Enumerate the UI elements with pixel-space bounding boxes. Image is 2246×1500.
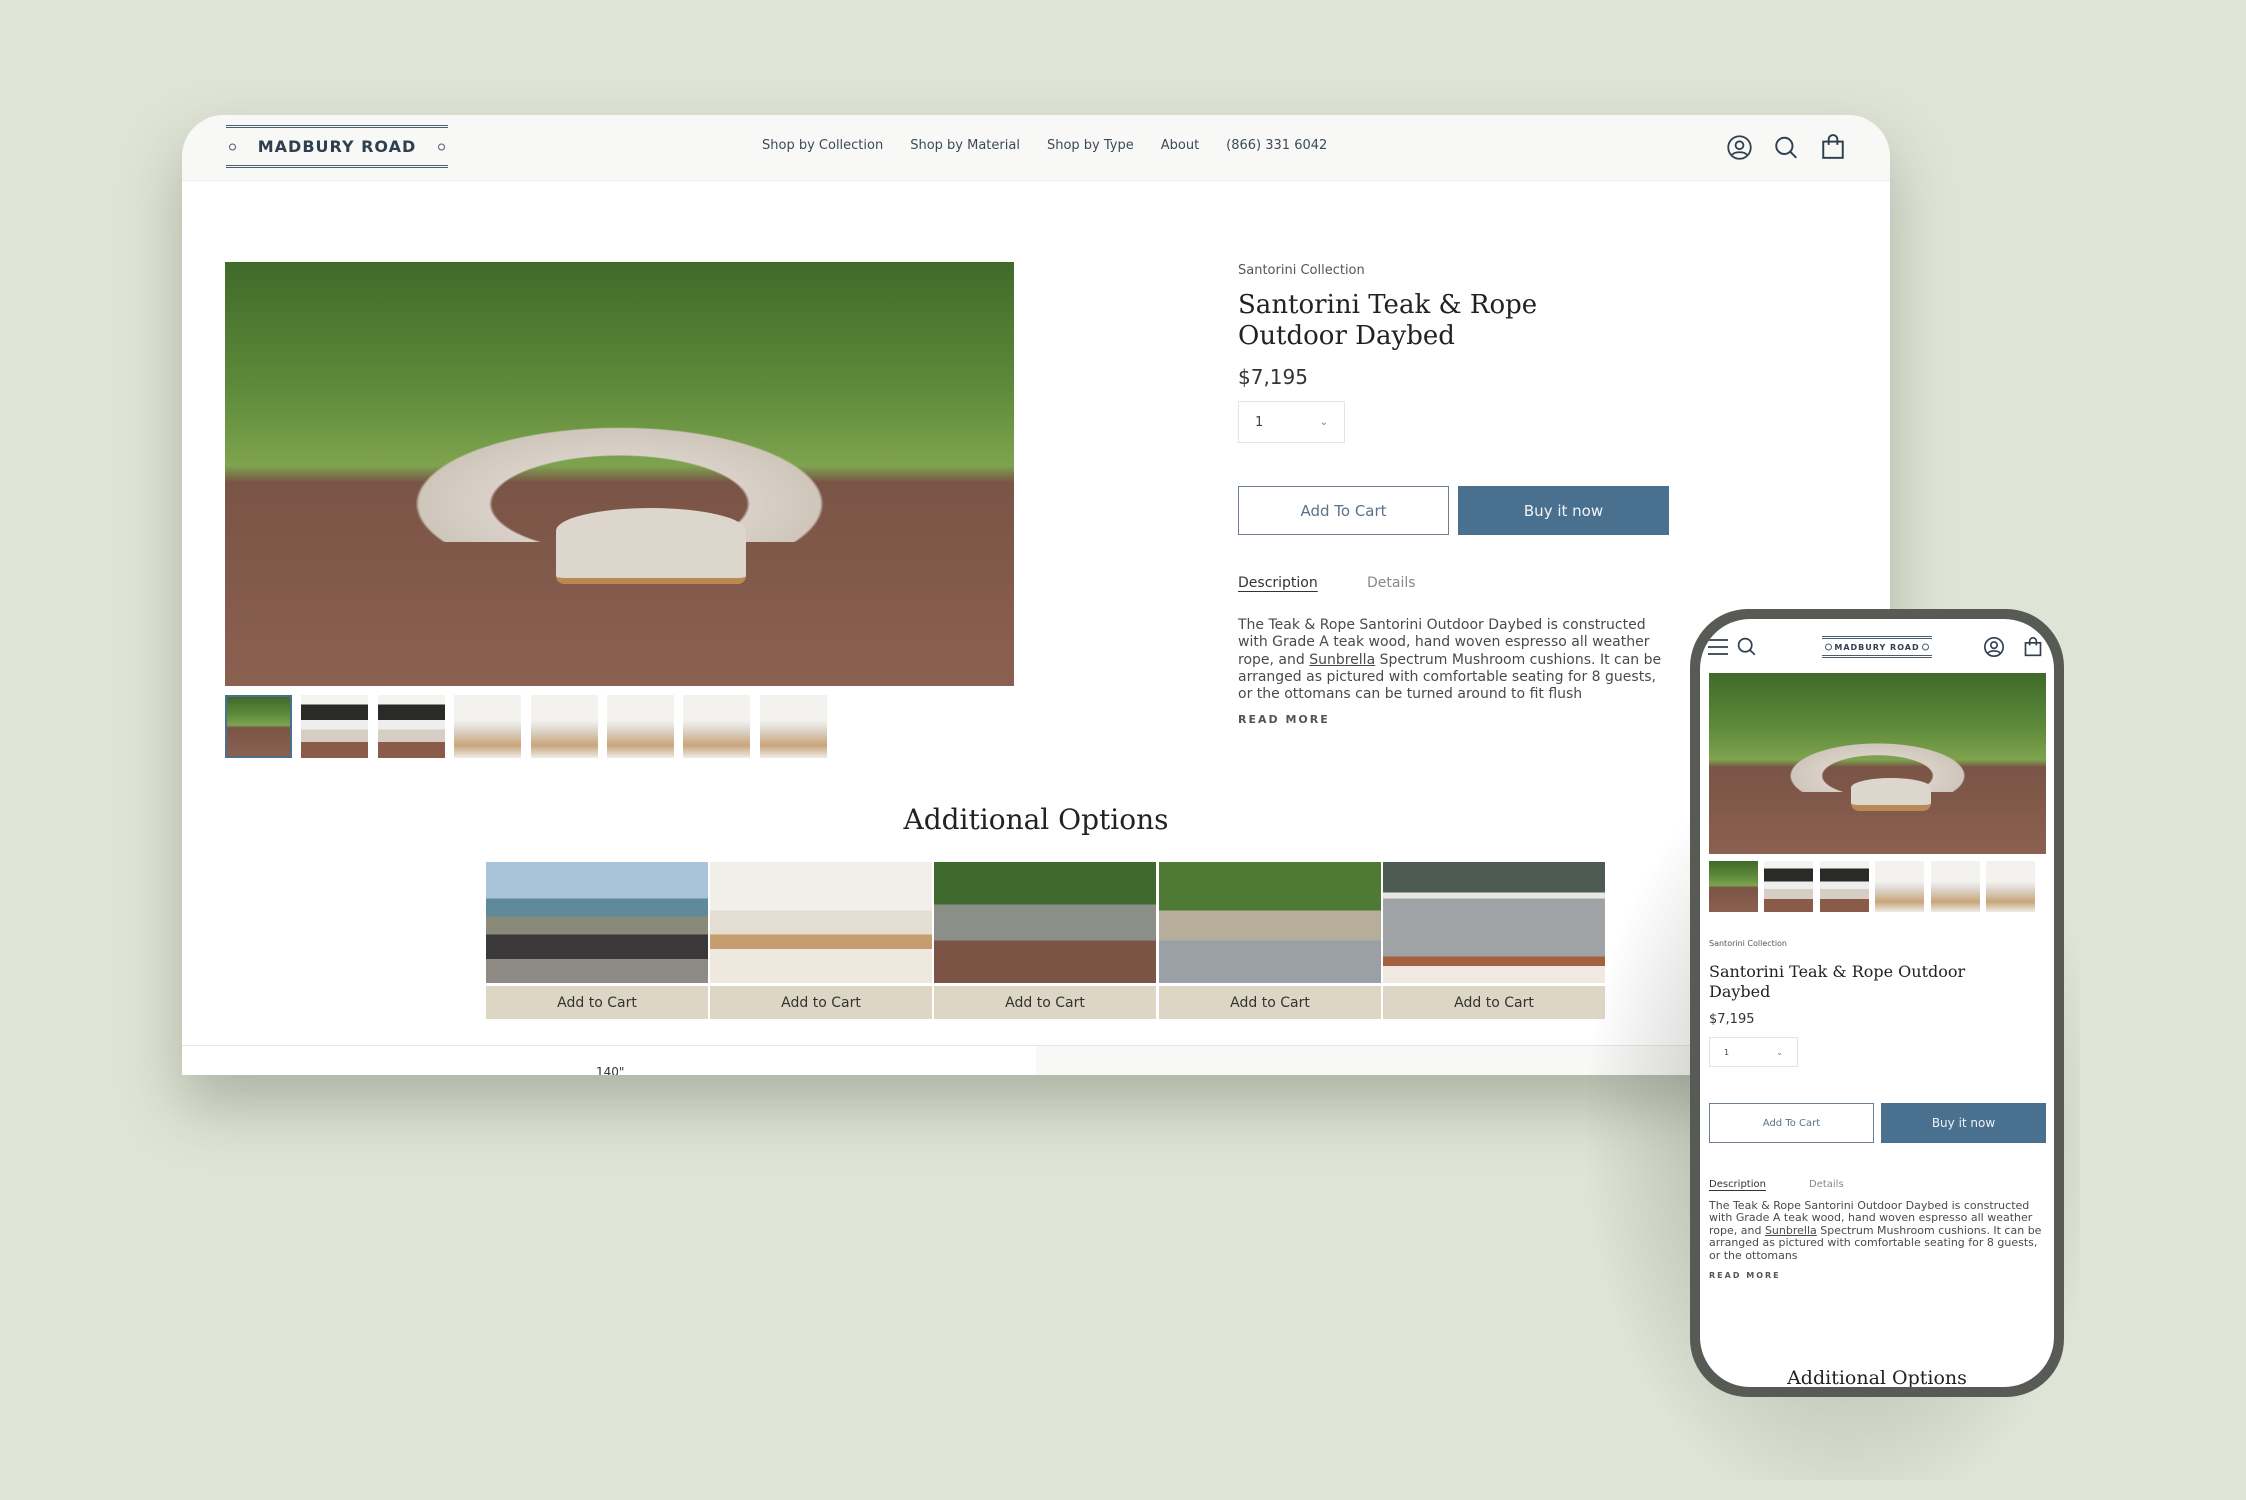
option-card: Add to Cart (1159, 862, 1381, 1019)
option-card: Add to Cart (486, 862, 708, 1019)
add-to-cart-button[interactable]: Add To Cart (1238, 486, 1449, 535)
thumbnail[interactable] (760, 695, 827, 758)
buy-now-button[interactable]: Buy it now (1881, 1103, 2046, 1143)
logo[interactable]: MADBURY ROAD (226, 125, 448, 168)
additional-options-heading: Additional Options (1787, 1367, 1967, 1387)
tab-details[interactable]: Details (1809, 1179, 1844, 1190)
option-add-to-cart-button[interactable]: Add to Cart (1159, 986, 1381, 1019)
thumbnail[interactable] (225, 695, 292, 758)
option-card: Add to Cart (934, 862, 1156, 1019)
thumbnail[interactable] (1875, 861, 1924, 912)
thumbnail[interactable] (1709, 861, 1758, 912)
nav-shop-by-material[interactable]: Shop by Material (910, 138, 1020, 153)
account-icon[interactable] (1726, 134, 1753, 161)
option-image[interactable] (710, 862, 932, 983)
tab-details[interactable]: Details (1367, 575, 1416, 591)
nav-shop-by-type[interactable]: Shop by Type (1047, 138, 1134, 153)
read-more-link[interactable]: READ MORE (1238, 713, 1330, 726)
option-image[interactable] (486, 862, 708, 983)
option-image[interactable] (1159, 862, 1381, 983)
logo-text: MADBURY ROAD (1834, 642, 1920, 652)
chevron-down-icon: ⌄ (1319, 416, 1328, 428)
quantity-value: 1 (1724, 1047, 1730, 1057)
product-description: The Teak & Rope Santorini Outdoor Daybed… (1238, 617, 1662, 703)
logo-text: MADBURY ROAD (257, 137, 417, 156)
search-icon[interactable] (1773, 134, 1799, 161)
chevron-down-icon: ⌄ (1776, 1047, 1783, 1057)
thumbnail[interactable] (301, 695, 368, 758)
thumbnail[interactable] (683, 695, 750, 758)
site-header: MADBURY ROAD Shop by Collection Shop by … (182, 115, 1890, 181)
thumbnail[interactable] (607, 695, 674, 758)
mobile-screen: MADBURY ROAD Santorini Collection Santor… (1700, 619, 2054, 1387)
product-title: Santorini Teak & Rope Outdoor Daybed (1238, 290, 1538, 351)
thumbnail[interactable] (454, 695, 521, 758)
product-main-image[interactable] (225, 262, 1014, 686)
thumbnail[interactable] (1764, 861, 1813, 912)
main-nav: Shop by Collection Shop by Material Shop… (762, 138, 1327, 153)
cart-bag-icon[interactable] (1820, 133, 1846, 161)
thumbnail[interactable] (1820, 861, 1869, 912)
nav-shop-by-collection[interactable]: Shop by Collection (762, 138, 883, 153)
nav-phone[interactable]: (866) 331 6042 (1226, 138, 1327, 153)
product-price: $7,195 (1238, 365, 1308, 389)
tab-description[interactable]: Description (1238, 575, 1318, 591)
sunbrella-link[interactable]: Sunbrella (1309, 652, 1375, 668)
option-add-to-cart-button[interactable]: Add to Cart (710, 986, 932, 1019)
collection-label[interactable]: Santorini Collection (1709, 939, 1787, 948)
quantity-select[interactable]: 1 ⌄ (1238, 401, 1345, 443)
quantity-select[interactable]: 1 ⌄ (1709, 1037, 1798, 1067)
thumbnail[interactable] (1931, 861, 1980, 912)
option-card: Add to Cart (710, 862, 932, 1019)
mobile-phone-mockup: MADBURY ROAD Santorini Collection Santor… (1690, 609, 2064, 1397)
option-add-to-cart-button[interactable]: Add to Cart (934, 986, 1156, 1019)
buy-now-button[interactable]: Buy it now (1458, 486, 1669, 535)
read-more-link[interactable]: READ MORE (1709, 1271, 1781, 1280)
thumbnail[interactable] (378, 695, 445, 758)
cart-bag-icon[interactable] (2023, 636, 2043, 658)
option-image[interactable] (934, 862, 1156, 983)
nav-about[interactable]: About (1161, 138, 1199, 153)
search-icon[interactable] (1736, 636, 1757, 657)
collection-label[interactable]: Santorini Collection (1238, 263, 1365, 278)
dimension-label: 140" (596, 1065, 625, 1075)
logo[interactable]: MADBURY ROAD (1822, 636, 1932, 658)
thumbnail[interactable] (1986, 861, 2035, 912)
quantity-value: 1 (1255, 414, 1264, 430)
product-main-image[interactable] (1709, 673, 2046, 854)
sunbrella-link[interactable]: Sunbrella (1765, 1224, 1817, 1237)
thumbnail[interactable] (531, 695, 598, 758)
tab-description[interactable]: Description (1709, 1179, 1766, 1190)
option-add-to-cart-button[interactable]: Add to Cart (486, 986, 708, 1019)
product-title: Santorini Teak & Rope Outdoor Daybed (1709, 962, 1966, 1001)
add-to-cart-button[interactable]: Add To Cart (1709, 1103, 1874, 1143)
product-price: $7,195 (1709, 1012, 1755, 1027)
product-description: The Teak & Rope Santorini Outdoor Daybed… (1709, 1200, 2042, 1262)
hamburger-menu-icon[interactable] (1707, 638, 1729, 656)
account-icon[interactable] (1983, 636, 2005, 658)
